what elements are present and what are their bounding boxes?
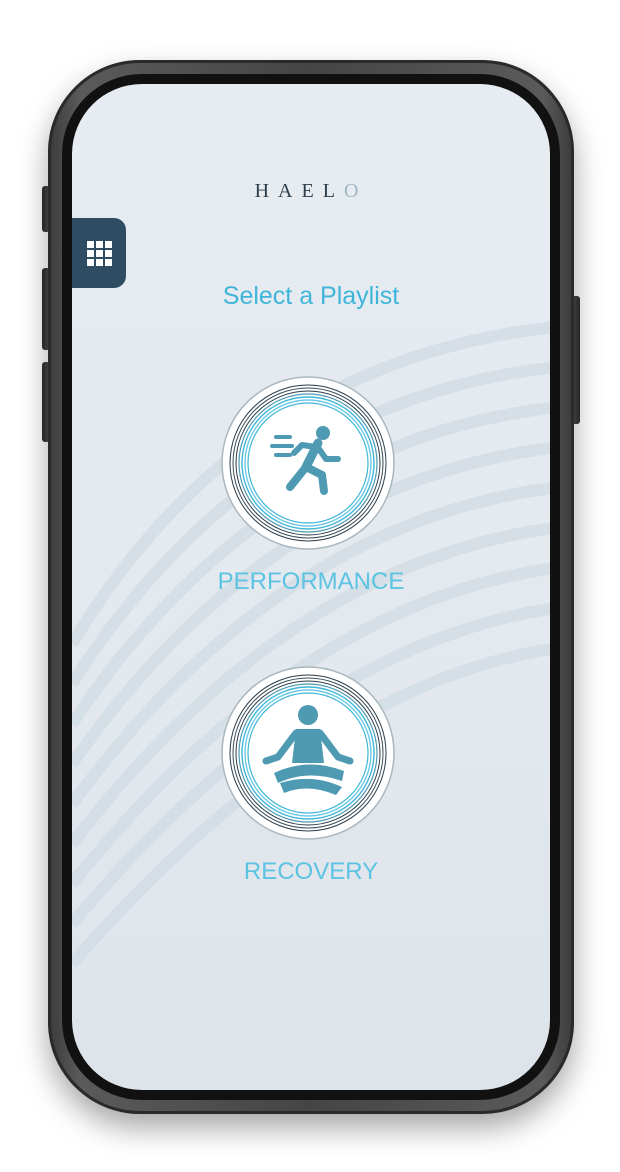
grid-icon: [86, 240, 112, 266]
performance-playlist-button[interactable]: [220, 375, 396, 551]
performance-label[interactable]: PERFORMANCE: [72, 568, 550, 596]
page-title: Select a Playlist: [222, 282, 400, 310]
menu-button[interactable]: [72, 218, 126, 288]
app-logo: HAELO: [72, 180, 550, 203]
logo-text: HAEL: [254, 180, 344, 202]
device-frame: HAELO Select a Playlist PERFORMANCE RECO…: [0, 0, 620, 1172]
logo-accent-letter: O: [343, 180, 368, 202]
app-screen: HAELO Select a Playlist PERFORMANCE RECO…: [72, 84, 550, 1090]
recovery-playlist-button[interactable]: [220, 665, 396, 841]
recovery-label[interactable]: RECOVERY: [72, 858, 550, 886]
